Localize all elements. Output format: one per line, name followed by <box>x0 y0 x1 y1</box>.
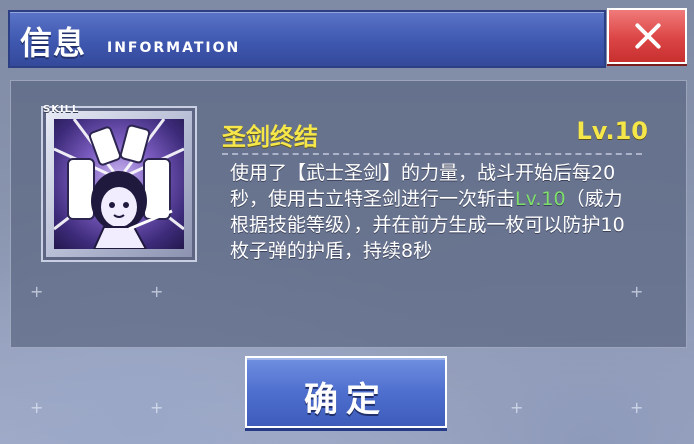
skill-icon-frame <box>43 108 195 260</box>
description-level-highlight: Lv.10 <box>515 188 566 210</box>
decor-plus-icon: + <box>30 282 44 301</box>
confirm-button-label: 确定 <box>304 380 388 420</box>
title-divider <box>222 153 642 155</box>
decor-plus-icon: + <box>630 282 644 301</box>
decor-plus-icon: + <box>150 398 164 417</box>
skill-portrait-icon <box>54 119 184 249</box>
skill-level: Lv.10 <box>576 117 649 145</box>
header-subtitle: INFORMATION <box>107 40 241 56</box>
skill-icon-image <box>54 119 184 249</box>
header-title: 信息 <box>20 24 87 62</box>
decor-plus-icon: + <box>150 282 164 301</box>
confirm-button[interactable]: 确定 <box>245 356 447 428</box>
decor-plus-icon: + <box>510 398 524 417</box>
decor-plus-icon: + <box>630 398 644 417</box>
skill-name: 圣剑终结 <box>222 123 318 151</box>
skill-description: 使用了【武士圣剑】的力量，战斗开始后每20秒，使用古立特圣剑进行一次斩击Lv.1… <box>230 160 630 264</box>
skill-tag-label: SKILL <box>43 104 80 115</box>
close-button[interactable] <box>607 8 687 64</box>
decor-plus-icon: + <box>30 398 44 417</box>
info-header: 信息 INFORMATION <box>8 10 606 68</box>
